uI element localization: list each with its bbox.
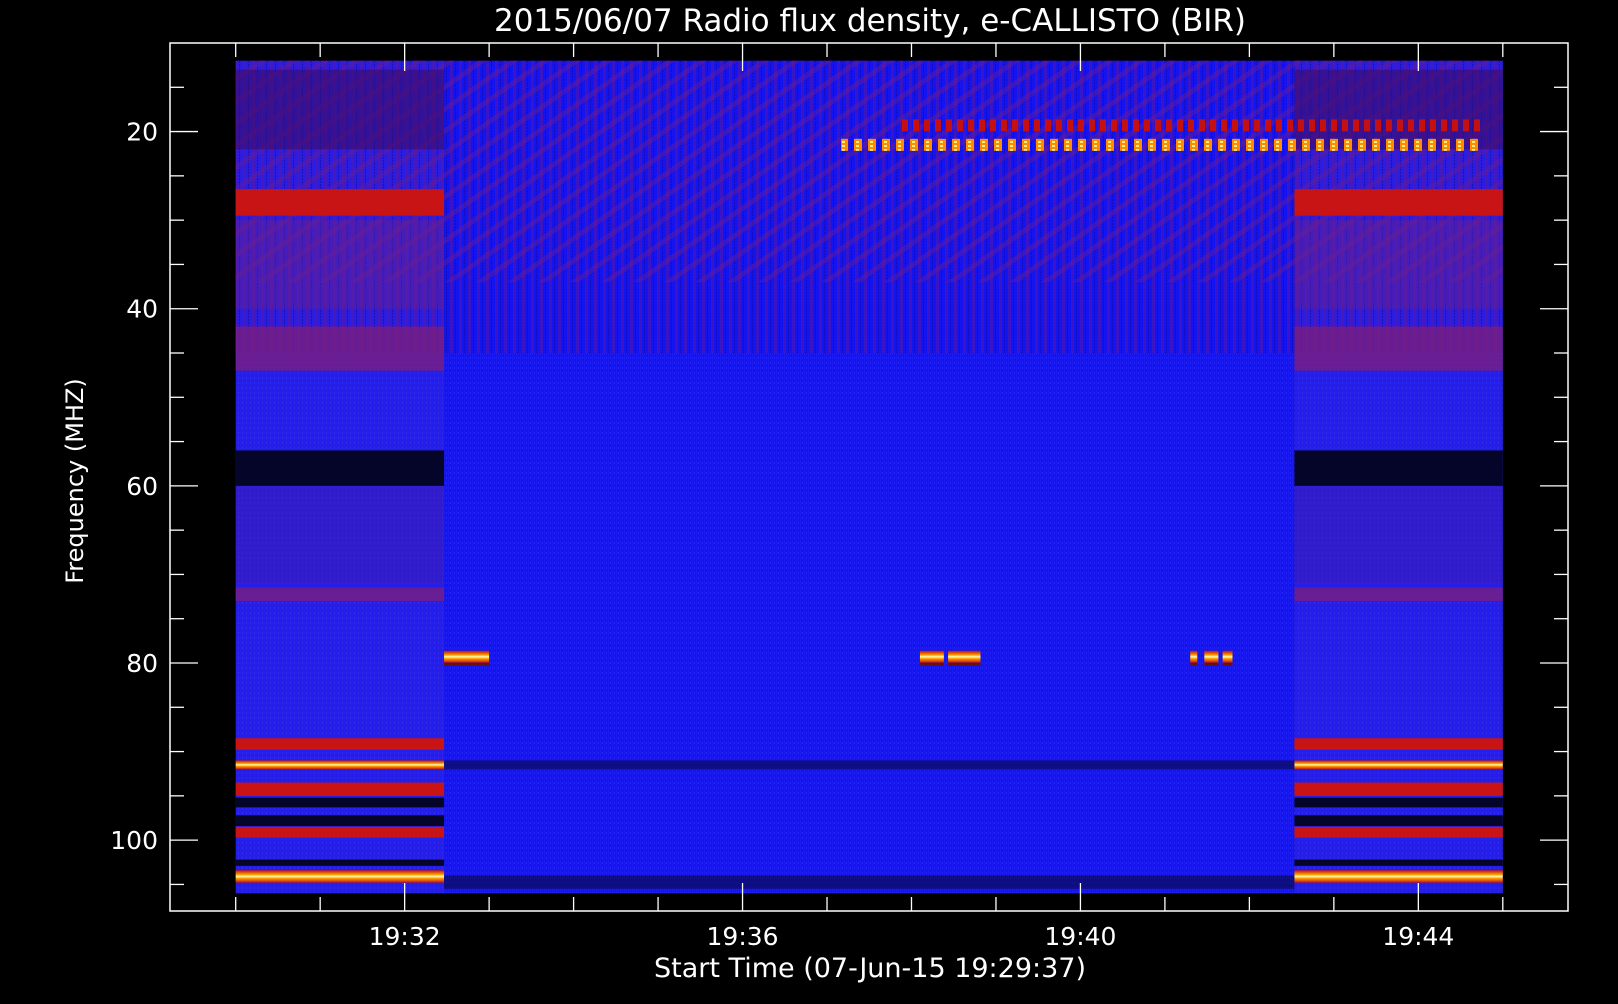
freq-band-3-0 [235,587,445,601]
x-axis-label: Start Time (07-Jun-15 19:29:37) [654,953,1086,984]
texture-purple-2 [1294,220,1503,309]
freq-band-3-1 [1294,587,1503,601]
spectrogram-svg: 2015/06/07 Radio flux density, e-CALLIST… [61,3,1569,984]
rfi-burst-7 [1222,650,1233,663]
rfi-burst-5 [1190,650,1198,663]
freq-band-13-0 [444,875,1295,889]
spectrogram-chart: 2015/06/07 Radio flux density, e-CALLIST… [0,0,1618,1000]
freq-band-12-0 [235,870,445,883]
texture-diag-1 [444,60,1295,283]
freq-band-9-1 [1294,815,1503,826]
freq-band-1-1 [1294,326,1503,371]
freq-band-7-1 [1294,782,1503,796]
texture-mid-0 [235,485,445,584]
texture-fine-1 [444,353,1295,894]
chart-title: 2015/06/07 Radio flux density, e-CALLIST… [494,3,1246,39]
y-tick-label-40: 40 [126,295,158,324]
freq-band-5-0 [235,760,445,770]
x-tick-label-19:32: 19:32 [369,922,441,951]
freq-band-11-0 [235,859,445,866]
rfi-burst-1 [897,119,1482,132]
y-axis-label: Frequency (MHZ) [61,378,89,584]
rfi-burst-6 [1204,650,1219,663]
x-tick-label-19:40: 19:40 [1044,922,1116,951]
rfi-burst-shadow-7 [1222,662,1233,666]
texture-purple-0 [235,220,445,309]
rfi-burst-shadow-2 [444,662,490,666]
texture-mid-2 [1294,485,1503,584]
texture-fine-2 [1294,353,1503,894]
texture-fine-0 [235,353,445,894]
freq-band-5-1 [1294,760,1503,770]
freq-band-7-0 [235,782,445,796]
freq-band-2-1 [1294,450,1503,486]
freq-band-10-0 [235,826,445,838]
rfi-burst-0 [841,138,1482,151]
freq-band-1-0 [235,326,445,371]
freq-band-11-1 [1294,859,1503,866]
freq-band-4-0 [235,738,445,750]
x-tick-label-19:36: 19:36 [707,922,779,951]
freq-band-0-1 [1294,189,1503,216]
freq-band-2-0 [235,450,445,486]
texture-dark-top-0 [235,69,445,150]
rfi-burst-shadow-6 [1204,662,1219,666]
freq-band-12-1 [1294,870,1503,883]
freq-band-0-0 [235,189,445,216]
rfi-burst-2 [444,650,490,663]
y-tick-label-100: 100 [110,826,158,855]
rfi-burst-shadow-5 [1190,662,1198,666]
freq-band-4-1 [1294,738,1503,750]
freq-band-8-1 [1294,797,1503,808]
y-tick-label-60: 60 [126,472,158,501]
rfi-burst-3 [919,650,944,663]
rfi-burst-shadow-4 [948,662,981,666]
freq-band-9-0 [235,815,445,826]
freq-band-10-1 [1294,826,1503,838]
texture-dark-top-2 [1294,69,1503,150]
rfi-burst-4 [948,650,981,663]
y-tick-label-80: 80 [126,649,158,678]
x-tick-label-19:44: 19:44 [1382,922,1454,951]
freq-band-6-0 [444,760,1295,770]
rfi-burst-shadow-3 [919,662,944,666]
y-tick-label-20: 20 [126,118,158,147]
freq-band-8-0 [235,797,445,808]
